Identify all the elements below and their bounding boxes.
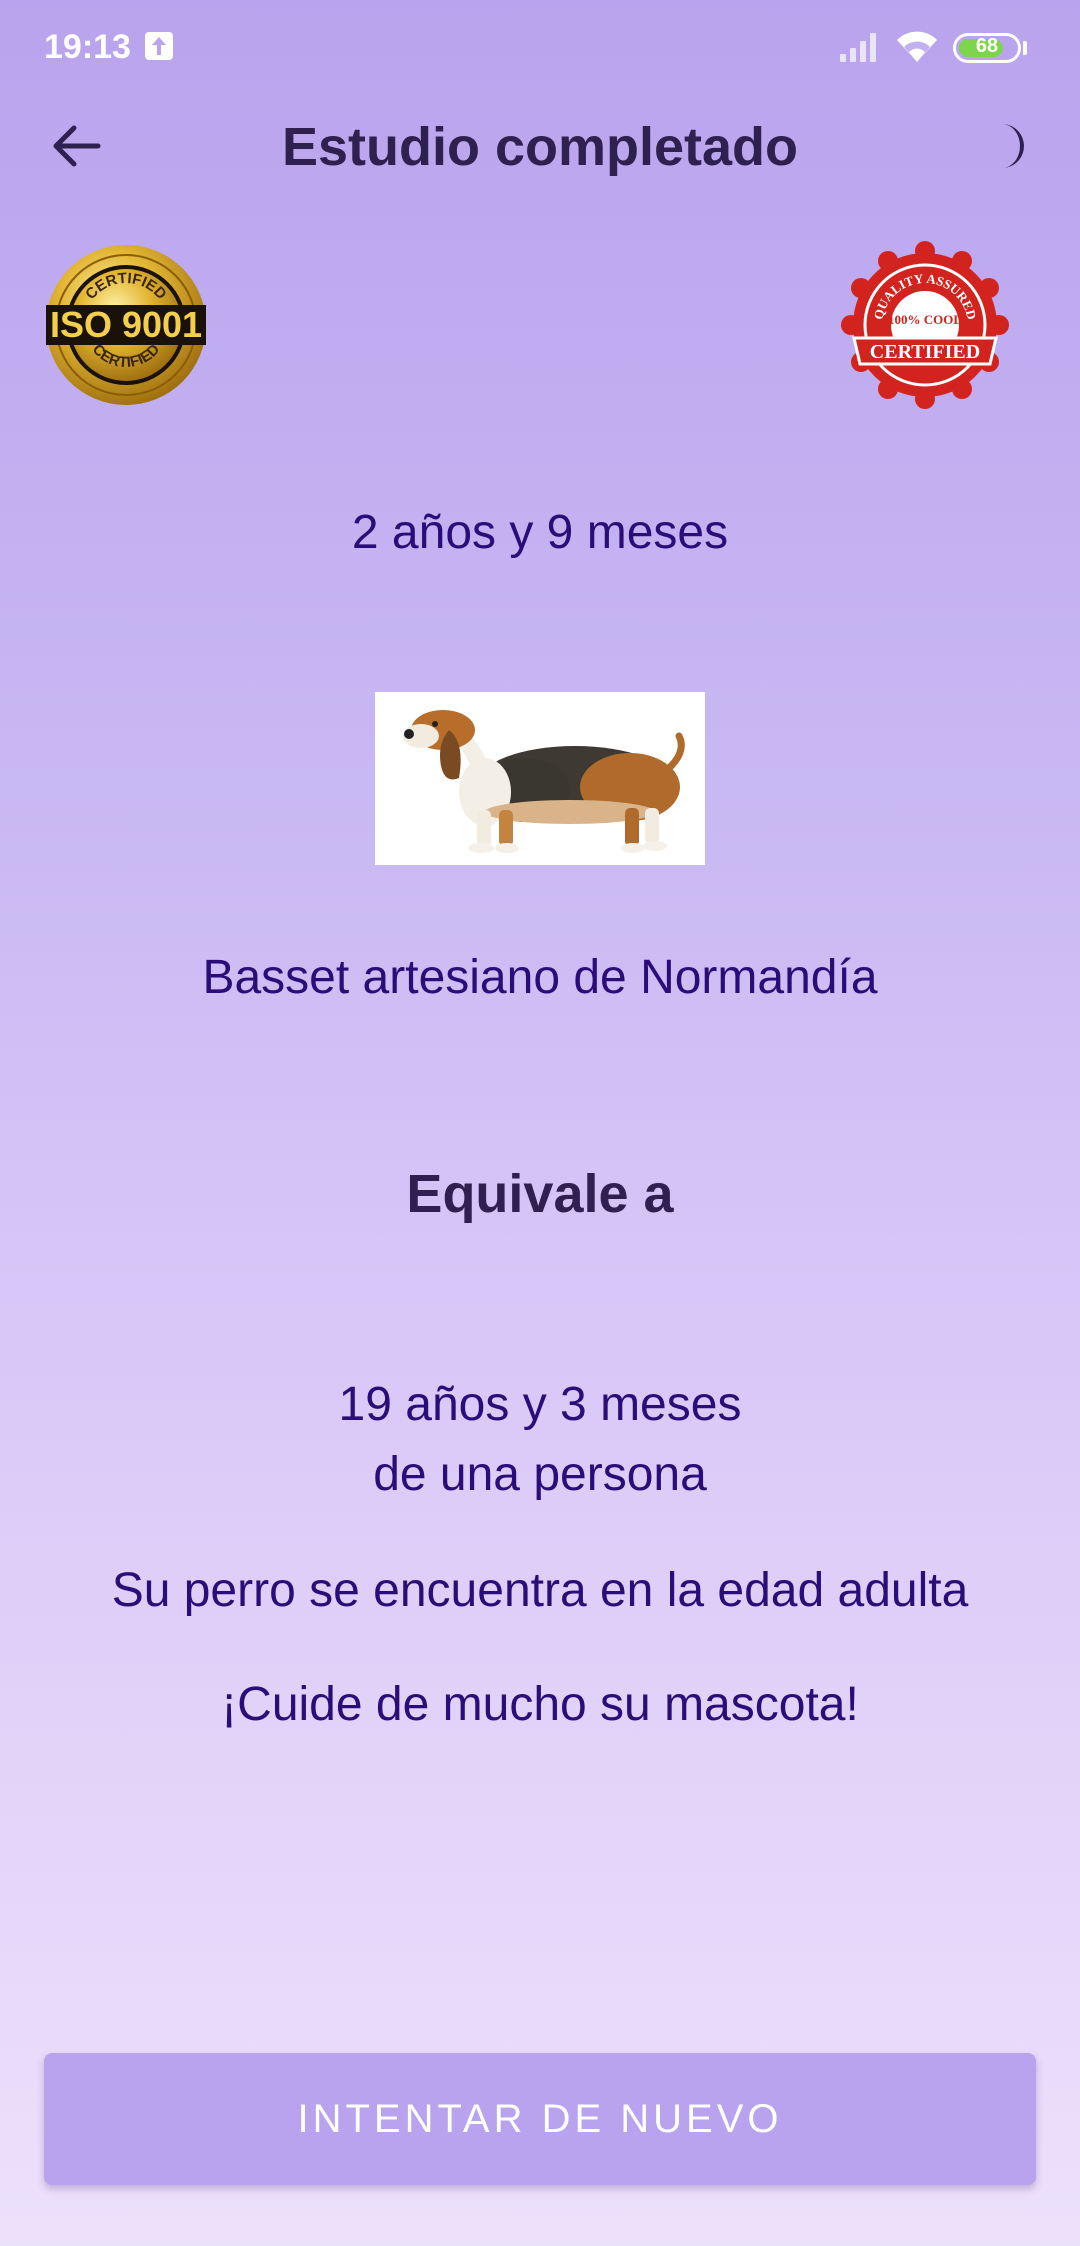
status-time: 19:13 bbox=[44, 28, 131, 66]
human-age: 19 años y 3 meses bbox=[338, 1378, 742, 1431]
dog-age: 2 años y 9 meses bbox=[351, 506, 729, 559]
theme-toggle-button[interactable] bbox=[986, 118, 1036, 174]
page-title: Estudio completado bbox=[281, 117, 799, 177]
retry-button[interactable]: INTENTAR DE NUEVO bbox=[44, 2053, 1036, 2185]
svg-text:CERTIFIED: CERTIFIED bbox=[870, 341, 980, 363]
svg-text:100% COOL: 100% COOL bbox=[888, 312, 962, 327]
human-age-suffix: de una persona bbox=[373, 1448, 707, 1501]
battery-icon: 68 bbox=[953, 33, 1021, 63]
dog-breed-image bbox=[375, 692, 705, 865]
quality-certified-seal: QUALITY ASSURED 100% COOL CERTIFIED bbox=[840, 240, 1010, 410]
moon-icon bbox=[1002, 124, 1024, 168]
iso-certified-badge: CERTIFIED CERTIFIED ISO 9001 bbox=[44, 243, 208, 407]
svg-text:ISO 9001: ISO 9001 bbox=[50, 304, 202, 345]
app-bar: Estudio completado bbox=[0, 96, 1080, 196]
signal-icon bbox=[840, 33, 876, 62]
upload-icon bbox=[145, 32, 173, 60]
breed-name: Basset artesiano de Normandía bbox=[202, 951, 878, 1004]
life-stage-message: Su perro se encuentra en la edad adulta bbox=[111, 1564, 969, 1617]
battery-level: 68 bbox=[975, 35, 999, 57]
advice-message: ¡Cuide de mucho su mascota! bbox=[221, 1678, 859, 1731]
wifi-icon bbox=[897, 31, 937, 62]
status-bar: 19:13 68 bbox=[0, 0, 1080, 96]
equivalent-heading: Equivale a bbox=[406, 1164, 674, 1224]
